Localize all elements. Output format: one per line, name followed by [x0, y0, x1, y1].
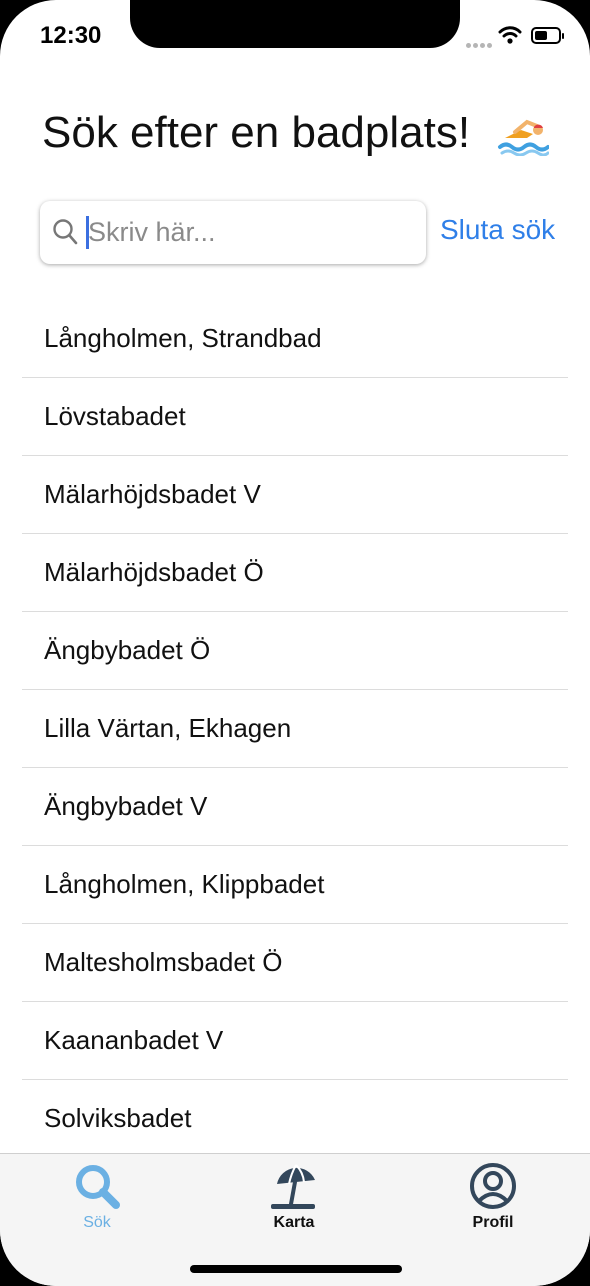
- list-item[interactable]: Mälarhöjdsbadet Ö: [22, 534, 568, 612]
- user-circle-icon: [470, 1163, 516, 1209]
- list-item[interactable]: Mälarhöjdsbadet V: [22, 456, 568, 534]
- tab-label: Profil: [472, 1214, 514, 1231]
- battery-icon: [531, 27, 564, 44]
- list-item[interactable]: Lövstabadet: [22, 378, 568, 456]
- tab-sok[interactable]: Sök: [37, 1154, 157, 1244]
- cellular-signal-icon: [466, 35, 494, 53]
- home-indicator: [190, 1265, 402, 1273]
- device-notch: [130, 0, 460, 48]
- stop-search-button[interactable]: Sluta sök: [440, 214, 555, 246]
- tab-label: Karta: [273, 1214, 315, 1231]
- swimmer-icon: [498, 119, 549, 156]
- phone-screen: 12:30 Sök efter en badplats! Sluta sök L…: [0, 0, 590, 1286]
- list-item[interactable]: Solviksbadet: [22, 1080, 568, 1157]
- search-input[interactable]: [88, 212, 408, 252]
- tab-profil[interactable]: Profil: [433, 1154, 553, 1244]
- beach-umbrella-icon: [271, 1164, 315, 1209]
- status-time: 12:30: [40, 22, 102, 49]
- list-item[interactable]: Långholmen, Klippbadet: [22, 846, 568, 924]
- tab-karta[interactable]: Karta: [234, 1154, 354, 1244]
- search-icon: [76, 1165, 120, 1209]
- list-item[interactable]: Kaananbadet V: [22, 1002, 568, 1080]
- results-list: Långholmen, Strandbad Lövstabadet Mälarh…: [22, 300, 568, 1157]
- tab-label: Sök: [83, 1214, 111, 1231]
- page-title: Sök efter en badplats!: [42, 108, 471, 157]
- search-icon: [53, 219, 78, 245]
- wifi-icon: [498, 26, 522, 44]
- list-item[interactable]: Lilla Värtan, Ekhagen: [22, 690, 568, 768]
- list-item[interactable]: Ängbybadet Ö: [22, 612, 568, 690]
- list-item[interactable]: Maltesholmsbadet Ö: [22, 924, 568, 1002]
- list-item[interactable]: Långholmen, Strandbad: [22, 300, 568, 378]
- list-item[interactable]: Ängbybadet V: [22, 768, 568, 846]
